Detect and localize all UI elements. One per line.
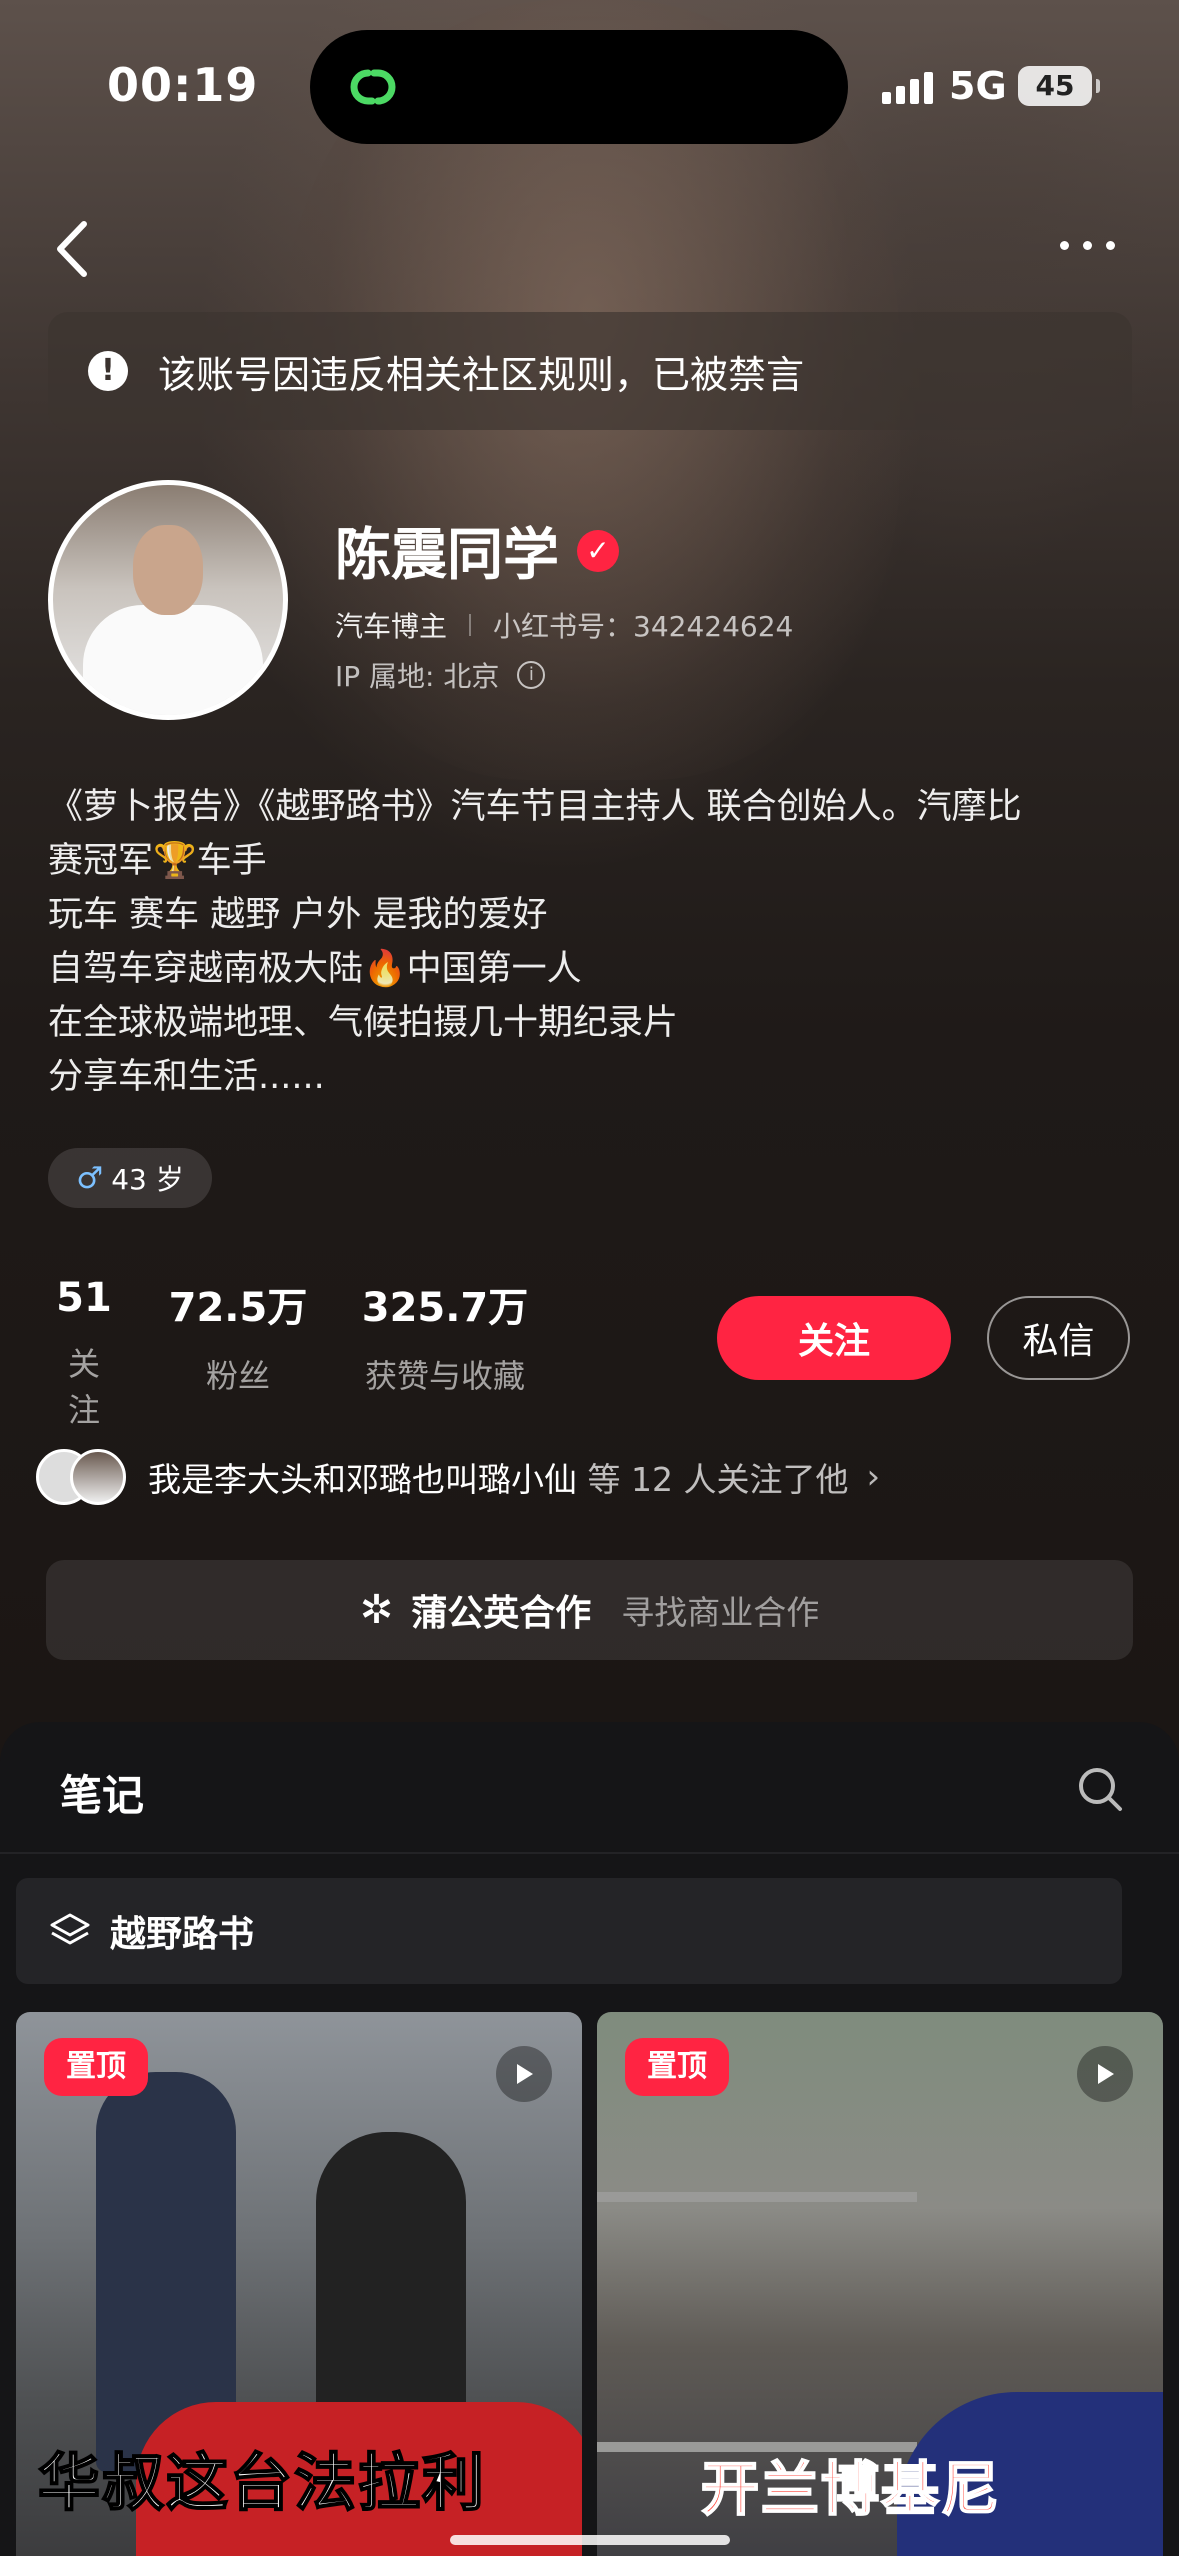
creator-tag[interactable]: 汽车博主: [335, 605, 447, 645]
business-subtitle: 寻找商业合作: [621, 1593, 820, 1632]
bio-line: 分享车和生活......: [48, 1057, 325, 1097]
verified-badge-icon: ✓: [577, 529, 619, 572]
more-dot-icon: [1106, 240, 1115, 250]
following-count: 51: [56, 1275, 112, 1321]
age-label: 43 岁: [111, 1163, 184, 1196]
stat-likes[interactable]: 325.7万 获赞与收藏: [352, 1275, 538, 1397]
likes-count: 325.7万: [361, 1285, 529, 1331]
network-type: 5G: [949, 64, 1007, 108]
tab-notes[interactable]: 笔记: [60, 1762, 144, 1823]
battery-icon: 45: [1018, 66, 1100, 106]
info-icon[interactable]: i: [517, 661, 546, 689]
more-dot-icon: [1083, 240, 1092, 250]
following-label: 关注: [67, 1345, 100, 1429]
mutual-followers-text: 我是李大头和邓璐也叫璐小仙 等 12 人关注了他: [148, 1453, 848, 1501]
ip-location-row: IP 属地: 北京 i: [335, 655, 546, 695]
search-icon[interactable]: [1076, 1765, 1124, 1813]
status-time: 00:19: [107, 58, 259, 112]
profile-bio: 《萝卜报告》《越野路书》汽车节目主持人 联合创始人。汽摩比 赛冠军🏆车手 玩车 …: [48, 780, 1138, 1104]
home-indicator[interactable]: [450, 2535, 730, 2545]
play-icon: [1077, 2046, 1133, 2102]
mutual-suffix: 等 12 人关注了他: [577, 1460, 849, 1499]
age-tag: ♂ 43 岁: [48, 1148, 212, 1208]
business-cooperation-button[interactable]: ✲ 蒲公英合作 寻找商业合作: [46, 1560, 1133, 1660]
pinned-badge: 置顶: [625, 2038, 729, 2096]
layers-icon: [50, 1913, 90, 1945]
note-card[interactable]: 置顶 开兰博基尼: [597, 2012, 1163, 2556]
pinned-badge: 置顶: [44, 2038, 148, 2096]
followers-label: 粉丝: [205, 1357, 270, 1395]
avatar: [70, 1449, 126, 1505]
note-cover-caption: 华叔这台法拉利: [37, 2445, 487, 2520]
likes-label: 获赞与收藏: [364, 1357, 525, 1395]
ip-location: IP 属地: 北京: [335, 660, 500, 693]
note-card[interactable]: 置顶 华叔这台法拉利: [16, 2012, 582, 2556]
profile-name-row: 陈震同学 ✓: [335, 510, 619, 591]
bio-line: 在全球极端地理、气候拍摄几十期纪录片: [48, 1003, 679, 1043]
dynamic-island: [310, 30, 848, 144]
profile-name: 陈震同学: [335, 523, 559, 588]
bio-line: 《萝卜报告》《越野路书》汽车节目主持人 联合创始人。汽摩比: [48, 787, 1022, 827]
bio-line: 赛冠军🏆车手: [48, 841, 267, 881]
male-icon: ♂: [76, 1160, 104, 1196]
stat-following[interactable]: 51 关注: [54, 1275, 114, 1431]
account-ban-notice: ! 该账号因违反相关社区规则，已被禁言: [48, 312, 1132, 430]
collection-label: 越野路书: [110, 1914, 255, 1955]
collection-item[interactable]: 越野路书: [16, 1878, 1122, 1984]
mutual-followers[interactable]: 我是李大头和邓璐也叫璐小仙 等 12 人关注了他 ›: [36, 1447, 880, 1507]
divider: [469, 614, 472, 636]
follow-button[interactable]: 关注: [717, 1296, 951, 1380]
note-cover-caption: 开兰博基尼: [700, 2454, 1002, 2524]
bio-line: 玩车 赛车 越野 户外 是我的爱好: [48, 895, 548, 935]
more-dot-icon: [1060, 240, 1069, 250]
bio-line: 自驾车穿越南极大陆🔥中国第一人: [48, 949, 582, 989]
chevron-right-icon: ›: [866, 1457, 881, 1497]
link-app-icon: [350, 69, 396, 105]
dandelion-icon: ✲: [359, 1587, 394, 1633]
profile-meta: 汽车博主 小红书号：342424624: [335, 605, 793, 645]
stat-followers[interactable]: 72.5万 粉丝: [168, 1275, 308, 1397]
exclamation-icon: !: [88, 351, 128, 391]
ban-notice-text: 该账号因违反相关社区规则，已被禁言: [158, 352, 805, 397]
followers-count: 72.5万: [168, 1285, 308, 1331]
red-id: 小红书号：342424624: [493, 610, 794, 643]
avatar[interactable]: [48, 480, 288, 720]
message-button[interactable]: 私信: [987, 1296, 1130, 1380]
business-title: 蒲公英合作: [411, 1593, 592, 1634]
mutual-names: 我是李大头和邓璐也叫璐小仙: [148, 1460, 577, 1499]
play-icon: [496, 2046, 552, 2102]
cellular-signal-icon: [882, 70, 933, 104]
more-options-button[interactable]: [1060, 230, 1130, 260]
back-button[interactable]: [48, 214, 98, 284]
divider: [0, 1852, 1179, 1854]
